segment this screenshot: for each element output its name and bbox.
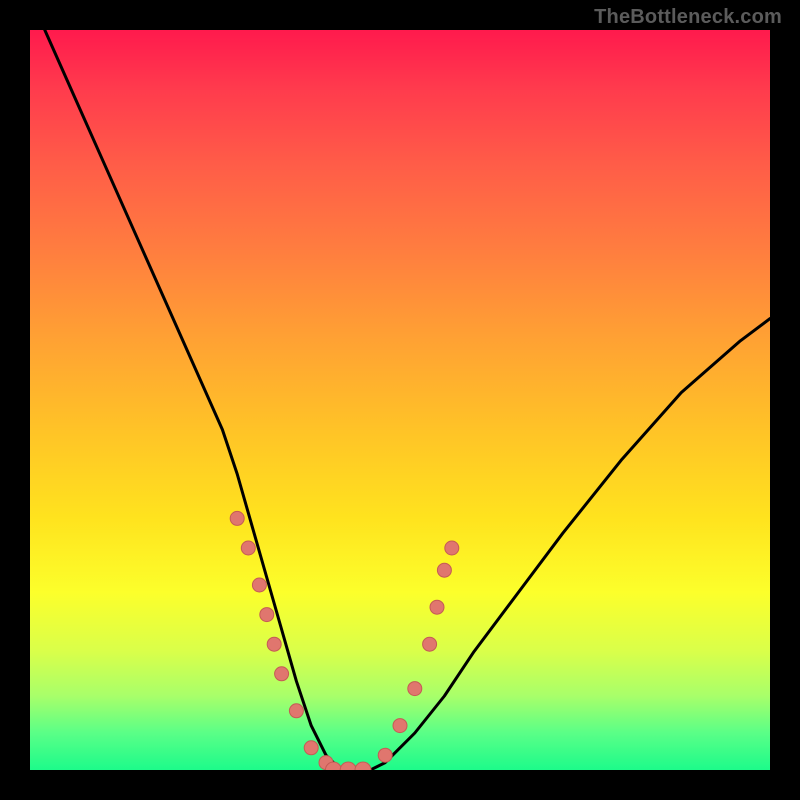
data-marker [445, 541, 459, 555]
data-marker [304, 741, 318, 755]
chart-svg [30, 30, 770, 770]
data-marker [340, 762, 356, 770]
bottleneck-curve [45, 30, 770, 770]
data-marker [378, 748, 392, 762]
data-marker [289, 704, 303, 718]
data-marker [267, 637, 281, 651]
data-marker [260, 608, 274, 622]
data-marker [241, 541, 255, 555]
data-marker [437, 563, 451, 577]
data-marker [252, 578, 266, 592]
marker-layer [230, 511, 459, 770]
data-marker [355, 762, 371, 770]
chart-frame: TheBottleneck.com [0, 0, 800, 800]
data-marker [423, 637, 437, 651]
curve-layer [45, 30, 770, 770]
attribution-text: TheBottleneck.com [594, 6, 782, 29]
data-marker [275, 667, 289, 681]
data-marker [393, 719, 407, 733]
data-marker [408, 682, 422, 696]
data-marker [430, 600, 444, 614]
data-marker [230, 511, 244, 525]
